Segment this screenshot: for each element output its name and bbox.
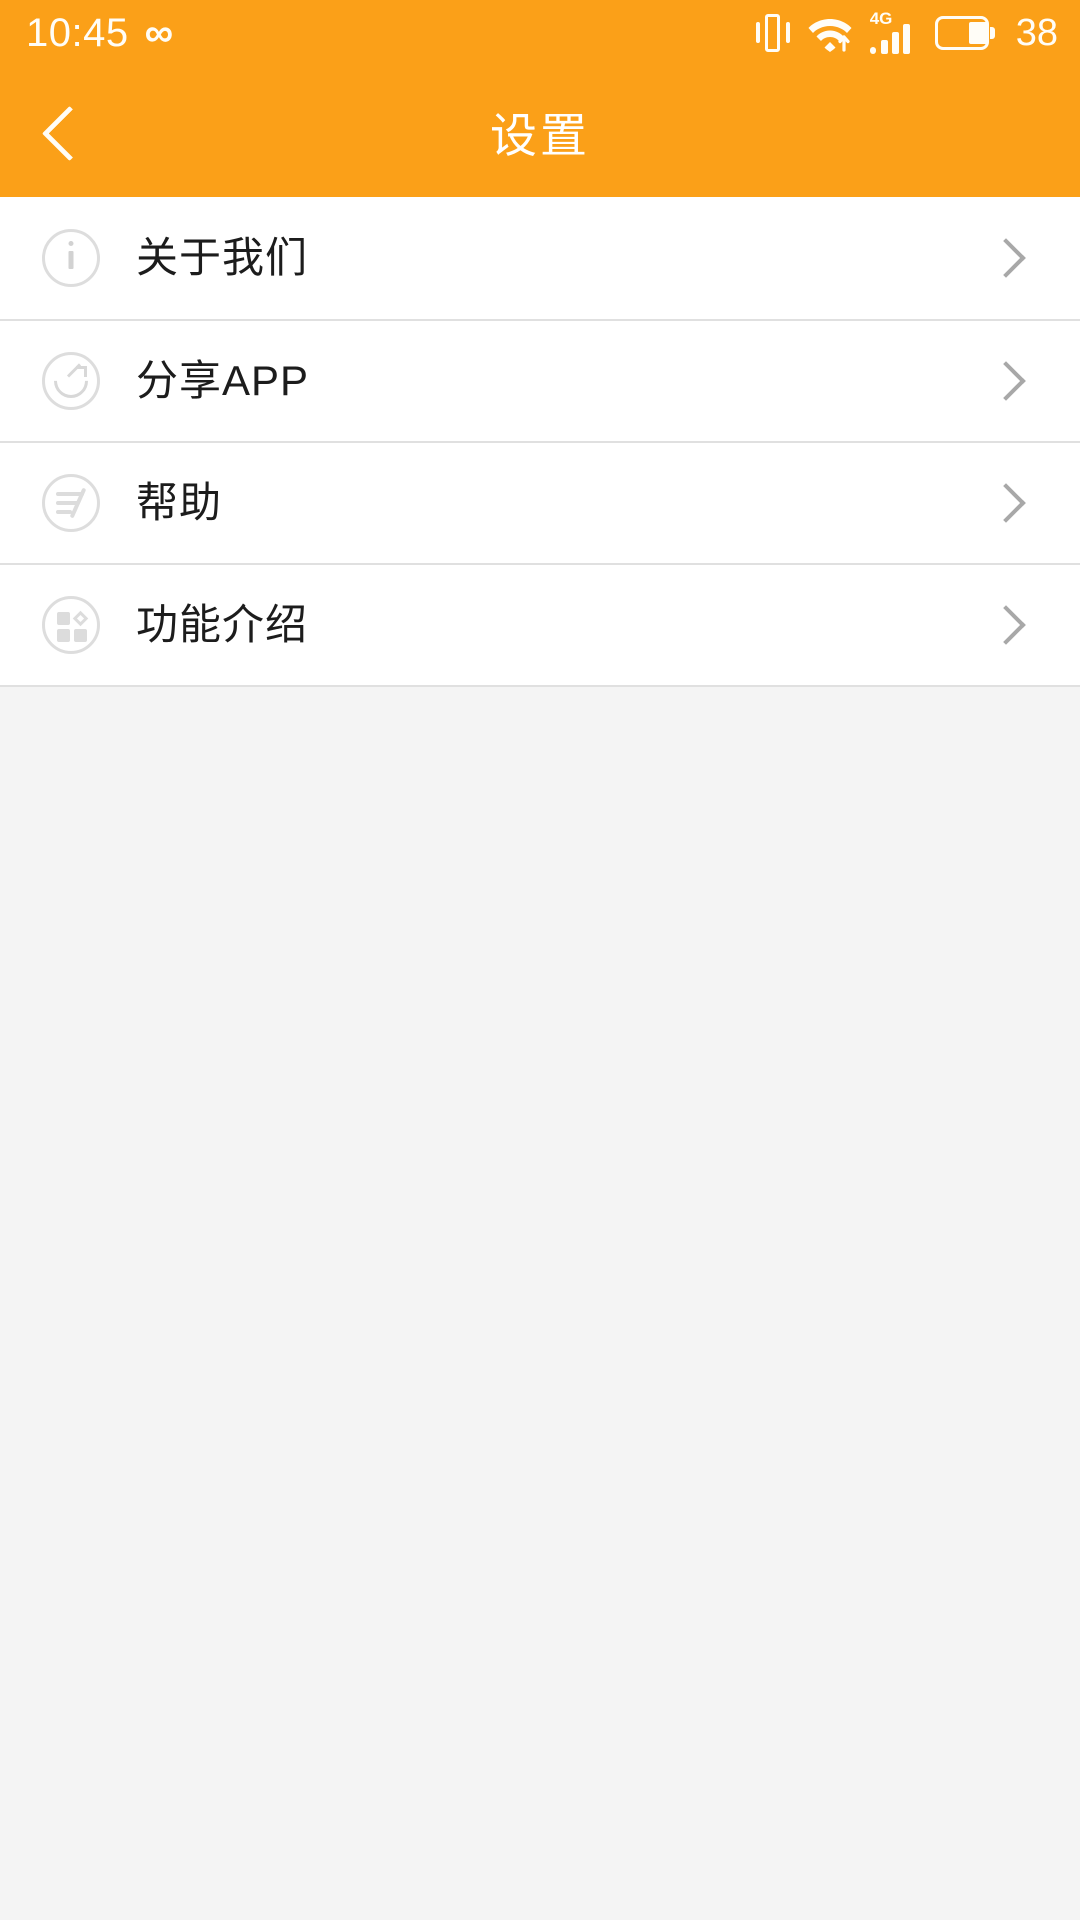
help-lines-circle-icon bbox=[42, 474, 100, 532]
back-button[interactable] bbox=[0, 66, 120, 197]
chevron-right-icon bbox=[986, 605, 1026, 645]
status-clock: 10:45 bbox=[26, 11, 129, 55]
list-item-help[interactable]: 帮助 bbox=[0, 441, 1080, 563]
share-circle-icon bbox=[42, 352, 100, 410]
battery-percent-label: 38 bbox=[1015, 12, 1058, 54]
list-item-about-us[interactable]: 关于我们 bbox=[0, 197, 1080, 319]
vibrate-icon bbox=[755, 13, 790, 53]
page-title: 设置 bbox=[490, 109, 590, 162]
infinity-icon: ∞ bbox=[144, 11, 173, 55]
list-item-feature-intro[interactable]: 功能介绍 bbox=[0, 563, 1080, 685]
list-item-label: 帮助 bbox=[136, 479, 223, 526]
features-grid-circle-icon bbox=[42, 596, 100, 654]
network-type-label: 4G bbox=[869, 9, 893, 28]
back-chevron-icon bbox=[43, 102, 77, 162]
signal-4g-icon: 4G bbox=[869, 9, 918, 54]
list-item-share-app[interactable]: 分享APP bbox=[0, 319, 1080, 441]
chevron-right-icon bbox=[986, 361, 1026, 401]
list-item-label: 功能介绍 bbox=[136, 601, 309, 648]
list-item-label: 关于我们 bbox=[136, 234, 309, 281]
battery-icon bbox=[934, 16, 995, 50]
list-item-label: 分享APP bbox=[136, 357, 310, 404]
info-circle-icon bbox=[42, 229, 100, 287]
chevron-right-icon bbox=[986, 238, 1026, 278]
status-bar-left: 10:45 ∞ bbox=[26, 11, 173, 55]
wifi-icon bbox=[807, 13, 853, 53]
status-bar: 10:45 ∞ 4G 38 bbox=[0, 0, 1080, 66]
app-bar: 设置 bbox=[0, 66, 1080, 197]
settings-screen: 10:45 ∞ 4G 38 设置 关于我们 分享APP 帮助 功能介绍 bbox=[0, 0, 1080, 1920]
settings-list: 关于我们 分享APP 帮助 功能介绍 bbox=[0, 197, 1080, 687]
empty-content-area bbox=[0, 687, 1080, 1920]
status-bar-right: 4G 38 bbox=[755, 9, 1058, 54]
chevron-right-icon bbox=[986, 483, 1026, 523]
